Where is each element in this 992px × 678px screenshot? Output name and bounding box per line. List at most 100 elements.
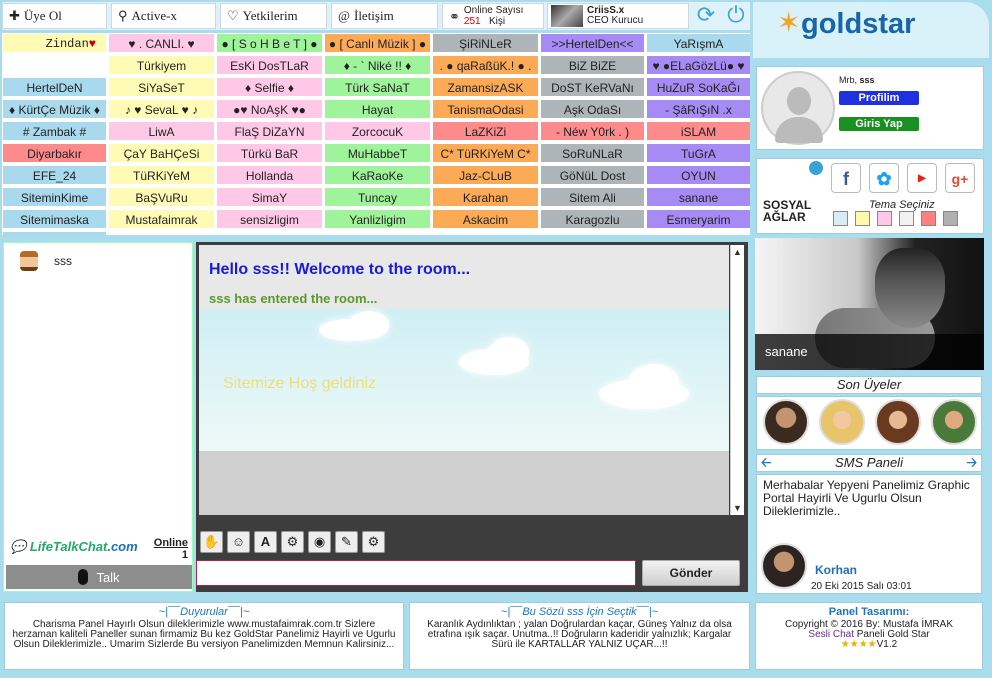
room-item[interactable]: Türkiyem [108,55,215,75]
profile-button[interactable]: Profilim [839,91,919,105]
room-item[interactable]: Jaz-CLuB [432,165,539,185]
iletisim-button[interactable]: @ İletişim [331,3,438,29]
room-item[interactable]: DoST KeRVaNı [540,77,645,97]
send-button[interactable]: Gönder [642,560,740,586]
room-item[interactable]: LaZKiZi [432,121,539,141]
room-item[interactable]: TüRKiYeM [108,165,215,185]
member-avatar[interactable] [763,399,809,445]
active-x-button[interactable]: ⚲ Active-x [111,3,216,29]
featured-photo[interactable]: sanane [755,238,984,370]
room-item[interactable]: MuHabbeT [324,143,431,163]
room-item[interactable]: Sitem Ali [540,187,645,207]
room-item[interactable]: BaŞVuRu [108,187,215,207]
room-item[interactable]: FlaŞ DiZaYN [216,121,323,141]
room-item[interactable]: SimaY [216,187,323,207]
theme-swatch[interactable] [855,211,870,226]
font-icon[interactable]: A [254,531,277,553]
theme-swatch[interactable] [921,211,936,226]
room-item[interactable]: SiteminKime [2,187,107,207]
color-picker-icon[interactable]: ✎ [335,531,358,553]
room-item[interactable]: YaRışmA [646,33,750,53]
room-item[interactable]: - Néw Y0rk . ) [540,121,645,141]
member-avatar[interactable] [875,399,921,445]
theme-swatch[interactable] [833,211,848,226]
room-item[interactable]: KaRaoKe [324,165,431,185]
room-item[interactable]: EsKi DosTLaR [216,55,323,75]
room-item[interactable]: EFE_24 [2,165,107,185]
talk-button[interactable]: Talk [6,565,192,589]
room-item[interactable]: HertelDeN [2,77,107,97]
room-item[interactable]: sanane [646,187,750,207]
room-item[interactable]: - ŞâRıŞıN .x [646,99,750,119]
room-item[interactable]: ZamansizASK [432,77,539,97]
facebook-icon[interactable]: f [831,163,861,193]
room-item[interactable]: ♦ - ` Niké !! ♦ [324,55,431,75]
room-item[interactable]: Türk SaNaT [324,77,431,97]
message-input[interactable] [196,560,636,586]
settings-icon[interactable]: ⚙ [281,531,304,553]
power-icon[interactable]: ⏻ [724,4,748,28]
arrow-right-icon[interactable]: 🡢 [966,455,977,471]
room-item[interactable]: SiYaSeT [108,77,215,97]
login-button[interactable]: Giris Yap [839,117,919,131]
room-item[interactable]: ●♥ NoAşK ♥● [216,99,323,119]
room-item[interactable]: Aşk OdaSı [540,99,645,119]
hand-icon[interactable]: ✋ [200,531,223,553]
room-item[interactable]: Askacim [432,209,539,229]
room-item[interactable]: ● [ S o H B e T ] ● [216,33,323,53]
theme-swatch[interactable] [899,211,914,226]
room-item[interactable]: ZorcocuK [324,121,431,141]
scroll-down-icon[interactable]: ▼ [733,503,742,513]
room-item[interactable]: Karahan [432,187,539,207]
room-item[interactable]: OYUN [646,165,750,185]
room-item[interactable]: iSLAM [646,121,750,141]
room-item[interactable]: ♦ KürtÇe Müzik ♦ [2,99,107,119]
gear-icon[interactable]: ⚙ [362,531,385,553]
room-item[interactable]: C* TüRKiYeM C* [432,143,539,163]
room-item[interactable]: SoRuNLaR [540,143,645,163]
smiley-icon[interactable]: ☺ [227,531,250,553]
room-item[interactable]: Hayat [324,99,431,119]
room-item[interactable]: Zindan♥ [2,33,107,53]
gplus-icon[interactable]: g+ [945,163,975,193]
room-item[interactable]: Sitemimaska [2,209,107,229]
room-item[interactable]: Hollanda [216,165,323,185]
room-item[interactable]: LiwA [108,121,215,141]
room-item[interactable]: TuGrA [646,143,750,163]
room-item[interactable]: sensizligim [216,209,323,229]
arrow-left-icon[interactable]: 🡠 [761,455,772,471]
refresh-icon[interactable]: ⟳ [694,4,718,28]
room-item[interactable]: Karagozlu [540,209,645,229]
room-item[interactable]: TanismaOdasi [432,99,539,119]
sms-name[interactable]: Korhan [815,563,857,577]
room-item[interactable]: >>HertelDen<< [540,33,645,53]
theme-swatch[interactable] [877,211,892,226]
room-item[interactable]: ♦ Selfie ♦ [216,77,323,97]
room-item[interactable]: ♪ ♥ SevaL ♥ ♪ [108,99,215,119]
room-item[interactable]: Mustafaimrak [108,209,215,229]
room-item[interactable]: ♥ ●ELaGözLü● ♥ [646,55,750,75]
room-item[interactable]: GöNüL Dost [540,165,645,185]
room-item[interactable]: Türkü BaR [216,143,323,163]
room-item[interactable]: Yanlizligim [324,209,431,229]
room-item[interactable]: HuZuR SoKaĞı [646,77,750,97]
lifetalkchat-logo[interactable]: 💬 LifeTalkChat.com [10,539,138,555]
room-item[interactable]: Esmeryarim [646,209,750,229]
room-item[interactable]: ÇaY BaHÇeSi [108,143,215,163]
twitter-icon[interactable]: ✿ [869,163,899,193]
webcam-icon[interactable]: ◉ [308,531,331,553]
chat-scrollbar[interactable]: ▲ ▼ [730,245,744,515]
yetkilerim-button[interactable]: ♡ Yetkilerim [220,3,327,29]
member-avatar[interactable] [819,399,865,445]
room-item[interactable]: . ● qaRaßüK.! ● . [432,55,539,75]
user-list-item[interactable]: sss [20,251,72,271]
room-item[interactable]: Tuncay [324,187,431,207]
room-item[interactable]: ● [ Canlı Müzik ] ● [324,33,431,53]
room-item[interactable]: ŞiRiNLeR [432,33,539,53]
ceo-box[interactable]: CriisS.x CEO Kurucu [547,3,689,29]
room-item[interactable]: BiZ BiZE [540,55,645,75]
uye-ol-button[interactable]: ✚ Üye Ol [2,3,107,29]
member-avatar[interactable] [931,399,977,445]
room-item[interactable]: # Zambak # [2,121,107,141]
youtube-icon[interactable]: ▶ [907,163,937,193]
